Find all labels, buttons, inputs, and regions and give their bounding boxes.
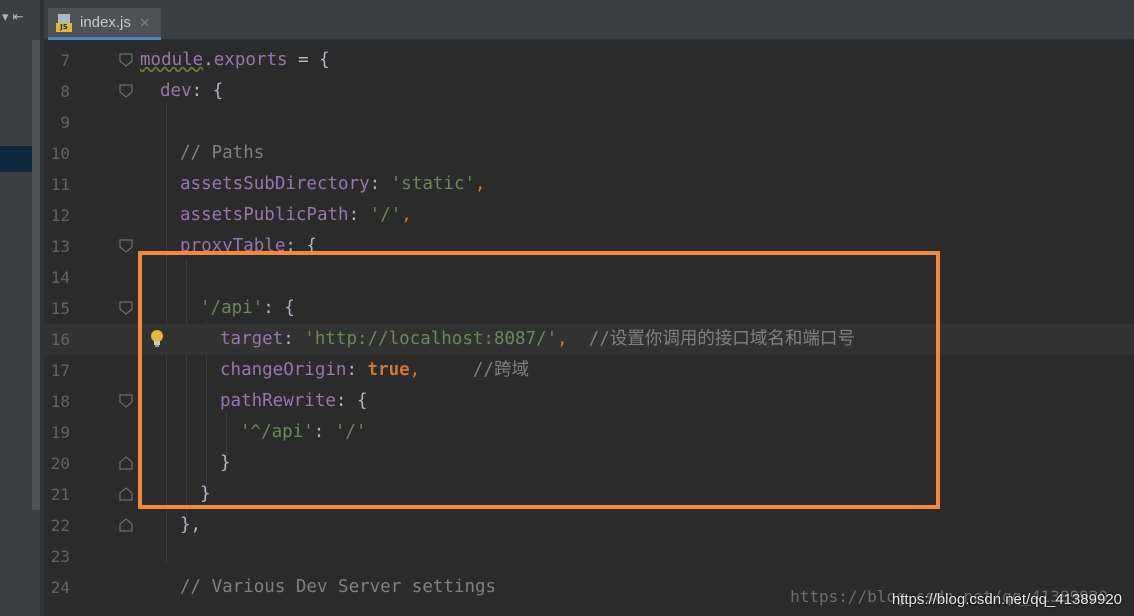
code-line[interactable]: 23 [44, 541, 1134, 572]
fold-marker-icon[interactable] [119, 518, 133, 532]
code-text: } [220, 453, 231, 473]
code-line[interactable]: 8 dev: { [44, 76, 1134, 107]
line-number: 23 [50, 547, 70, 566]
code-line[interactable]: 10 // Paths [44, 138, 1134, 169]
line-number: 22 [50, 516, 70, 535]
fold-marker-icon[interactable] [119, 84, 133, 98]
line-number: 18 [50, 392, 70, 411]
line-number: 19 [50, 423, 70, 442]
code-line[interactable]: 7 module.exports = { [44, 45, 1134, 76]
code-line[interactable]: 9 [44, 107, 1134, 138]
code-text: proxyTable: { [180, 236, 317, 256]
line-number: 12 [50, 206, 70, 225]
code-line[interactable]: 13 proxyTable: { [44, 231, 1134, 262]
code-text: }, [180, 515, 202, 535]
close-icon[interactable]: × [139, 15, 151, 31]
code-text: pathRewrite: { [220, 391, 368, 411]
tab-label: index.js [80, 14, 131, 31]
code-line[interactable]: 19 '^/api': '/' [44, 417, 1134, 448]
code-line[interactable]: 17 changeOrigin: true, //跨域 [44, 355, 1134, 386]
js-badge: JS [56, 22, 72, 32]
line-number: 8 [60, 82, 70, 101]
code-line[interactable]: 22 }, [44, 510, 1134, 541]
code-text: target: 'http://localhost:8087/', //设置你调… [220, 329, 855, 349]
code-text: assetsSubDirectory: 'static', [180, 174, 486, 194]
code-line[interactable]: 11 assetsSubDirectory: 'static', [44, 169, 1134, 200]
js-file-icon: JS [56, 13, 74, 32]
code-line-current[interactable]: 16 target: 'http://localhost:8087/', //设… [44, 324, 1134, 355]
fold-marker-icon[interactable] [119, 53, 133, 67]
fold-marker-icon[interactable] [119, 456, 133, 470]
fold-marker-icon[interactable] [119, 487, 133, 501]
line-number: 17 [50, 361, 70, 380]
panel-controls[interactable]: ▾ ⇤ [2, 10, 24, 25]
tab-index-js[interactable]: JS index.js × [48, 8, 161, 40]
code-line[interactable]: 14 [44, 262, 1134, 293]
line-number: 9 [60, 113, 70, 132]
fold-marker-icon[interactable] [119, 301, 133, 315]
fold-marker-icon[interactable] [119, 239, 133, 253]
code-text: changeOrigin: true, //跨域 [220, 360, 529, 380]
lightbulb-icon[interactable] [150, 329, 164, 349]
code-line[interactable]: 15 '/api': { [44, 293, 1134, 324]
code-line[interactable]: 21 } [44, 479, 1134, 510]
watermark: https://blog.csdn.net/qq_41389920 [891, 591, 1122, 608]
line-number: 24 [50, 578, 70, 597]
code-text: module.exports = { [140, 50, 330, 70]
line-number: 21 [50, 485, 70, 504]
code-line[interactable]: 18 pathRewrite: { [44, 386, 1134, 417]
code-line[interactable]: 12 assetsPublicPath: '/', [44, 200, 1134, 231]
code-text: dev: { [160, 81, 224, 101]
code-text: '^/api': '/' [240, 422, 367, 442]
line-number: 20 [50, 454, 70, 473]
line-number: 11 [50, 175, 70, 194]
fold-marker-icon[interactable] [119, 394, 133, 408]
editor-tab-bar: JS index.js × [44, 0, 1134, 40]
code-line[interactable]: 20 } [44, 448, 1134, 479]
panel-scrollbar[interactable] [32, 40, 40, 510]
project-panel-strip: ▾ ⇤ [0, 0, 44, 616]
code-text: // Paths [180, 143, 265, 163]
line-number: 16 [50, 330, 70, 349]
line-number: 15 [50, 299, 70, 318]
line-number: 13 [50, 237, 70, 256]
line-number: 14 [50, 268, 70, 287]
code-text: // Various Dev Server settings [180, 577, 497, 597]
line-number: 7 [60, 51, 70, 70]
code-text: assetsPublicPath: '/', [180, 205, 412, 225]
code-text: '/api': { [200, 298, 295, 318]
line-number: 10 [50, 144, 70, 163]
code-text: } [200, 484, 211, 504]
code-editor[interactable]: 7 module.exports = { 8 dev: { 9 10 // Pa… [44, 41, 1134, 616]
